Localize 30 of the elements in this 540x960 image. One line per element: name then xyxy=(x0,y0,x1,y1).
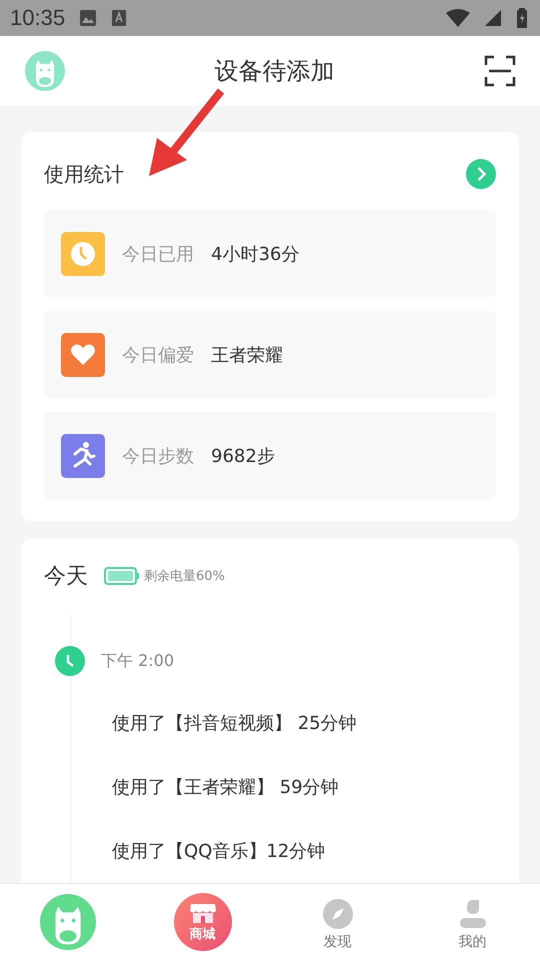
stat-value: 4小时36分 xyxy=(211,242,300,266)
person-icon xyxy=(458,899,488,929)
usage-entry: 使用了【王者荣耀】 59分钟 xyxy=(112,776,340,800)
clock-time: 10:35 xyxy=(10,5,66,31)
stat-value: 9682步 xyxy=(211,444,275,468)
scan-icon[interactable] xyxy=(484,55,516,87)
battery-icon xyxy=(104,567,140,585)
battery-icon xyxy=(516,8,528,28)
battery-text: 剩余电量60% xyxy=(144,568,225,585)
keyboard-icon xyxy=(111,9,128,27)
stat-label: 今日偏爱 xyxy=(122,344,194,366)
usage-entry: 使用了【抖音短视频】 25分钟 xyxy=(112,712,358,736)
compass-icon xyxy=(322,899,352,929)
signal-icon xyxy=(484,9,502,27)
page-title: 设备待添加 xyxy=(214,56,334,87)
nav-tab[interactable]: 发现 xyxy=(322,899,352,951)
stat-value: 王者荣耀 xyxy=(211,344,283,366)
clock-icon xyxy=(55,646,85,676)
chevron-right-icon[interactable] xyxy=(466,159,496,189)
image-icon xyxy=(79,9,98,27)
nav-tab[interactable]: 我的 xyxy=(458,899,488,951)
card-title: 今天 xyxy=(44,563,88,591)
stat-label: 今日已用 xyxy=(122,242,194,266)
time-label: 下午 2:00 xyxy=(101,650,174,672)
shop-tab[interactable]: 商城 xyxy=(174,893,232,951)
card-title: 使用统计 xyxy=(44,160,124,188)
usage-entry: 使用了【QQ音乐】12分钟 xyxy=(112,840,326,864)
stat-label: 今日步数 xyxy=(122,444,194,468)
shop-icon xyxy=(188,902,216,924)
wifi-icon xyxy=(446,9,470,27)
